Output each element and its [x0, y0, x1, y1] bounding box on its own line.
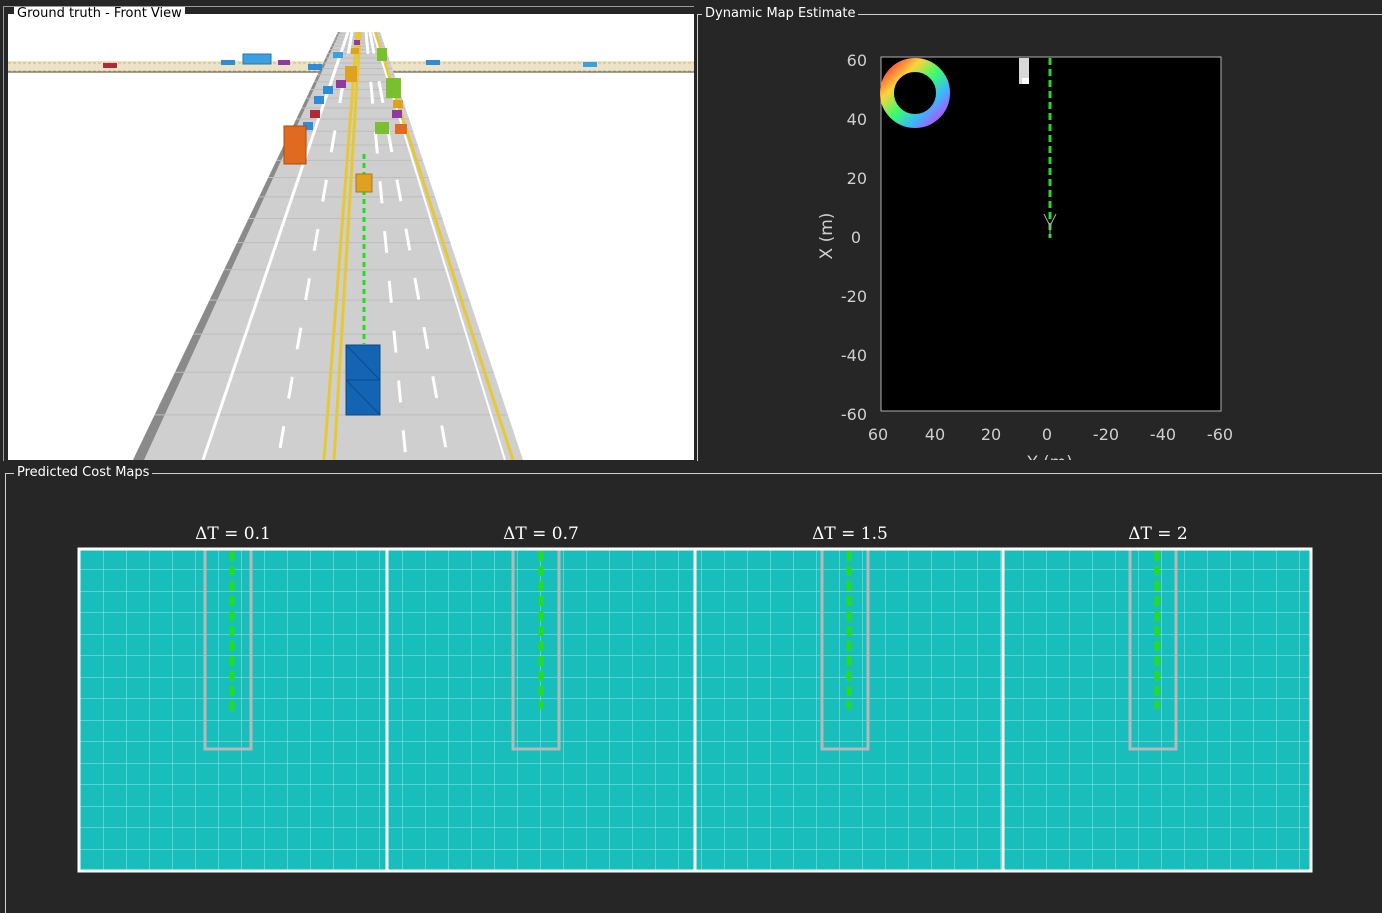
front-view-panel: Ground truth - Front View	[0, 0, 697, 463]
map-xtick: 0	[1042, 425, 1052, 444]
cost-map-1[interactable]: ΔT = 0.1	[79, 524, 387, 871]
map-ytick: 40	[847, 110, 867, 129]
cost-maps-figure: ΔT = 0.1 ΔT = 0.7 ΔT = 1.5 ΔT = 2	[77, 524, 1313, 873]
map-panel: Dynamic Map Estimate 60 40 20 0 -20 -40 …	[697, 0, 1382, 463]
front-view-title: Ground truth - Front View	[14, 7, 185, 21]
map-ylabel: X (m)	[817, 213, 837, 260]
map-ytick: 0	[851, 228, 861, 247]
map-xtick: -40	[1150, 425, 1176, 444]
map-xtick: 20	[981, 425, 1001, 444]
cost-map-2[interactable]: ΔT = 0.7	[387, 524, 695, 871]
cost-map-label: ΔT = 1.5	[812, 524, 888, 544]
map-ytick: -20	[841, 287, 867, 306]
cost-map-3[interactable]: ΔT = 1.5	[695, 524, 1003, 871]
map-axes[interactable]: 60 40 20 0 -20 -40 -60 60 40 20 0 -20 -4…	[697, 0, 1382, 463]
cost-map-label: ΔT = 2	[1128, 524, 1187, 544]
cost-map-label: ΔT = 0.1	[195, 524, 271, 544]
map-ytick: 20	[847, 169, 867, 188]
cost-map-label: ΔT = 0.7	[503, 524, 579, 544]
cost-maps-panel: Predicted Cost Maps ΔT = 0.1 ΔT = 0.7 ΔT…	[0, 463, 1382, 913]
map-xtick: 60	[868, 425, 888, 444]
map-xtick: -20	[1093, 425, 1119, 444]
map-ytick: -60	[841, 405, 867, 424]
map-xlabel: Y (m)	[1026, 453, 1073, 463]
map-ytick: 60	[847, 51, 867, 70]
map-xtick: 40	[925, 425, 945, 444]
map-ytick: -40	[841, 346, 867, 365]
map-xtick: -60	[1207, 425, 1233, 444]
cost-map-4[interactable]: ΔT = 2	[1003, 524, 1311, 871]
